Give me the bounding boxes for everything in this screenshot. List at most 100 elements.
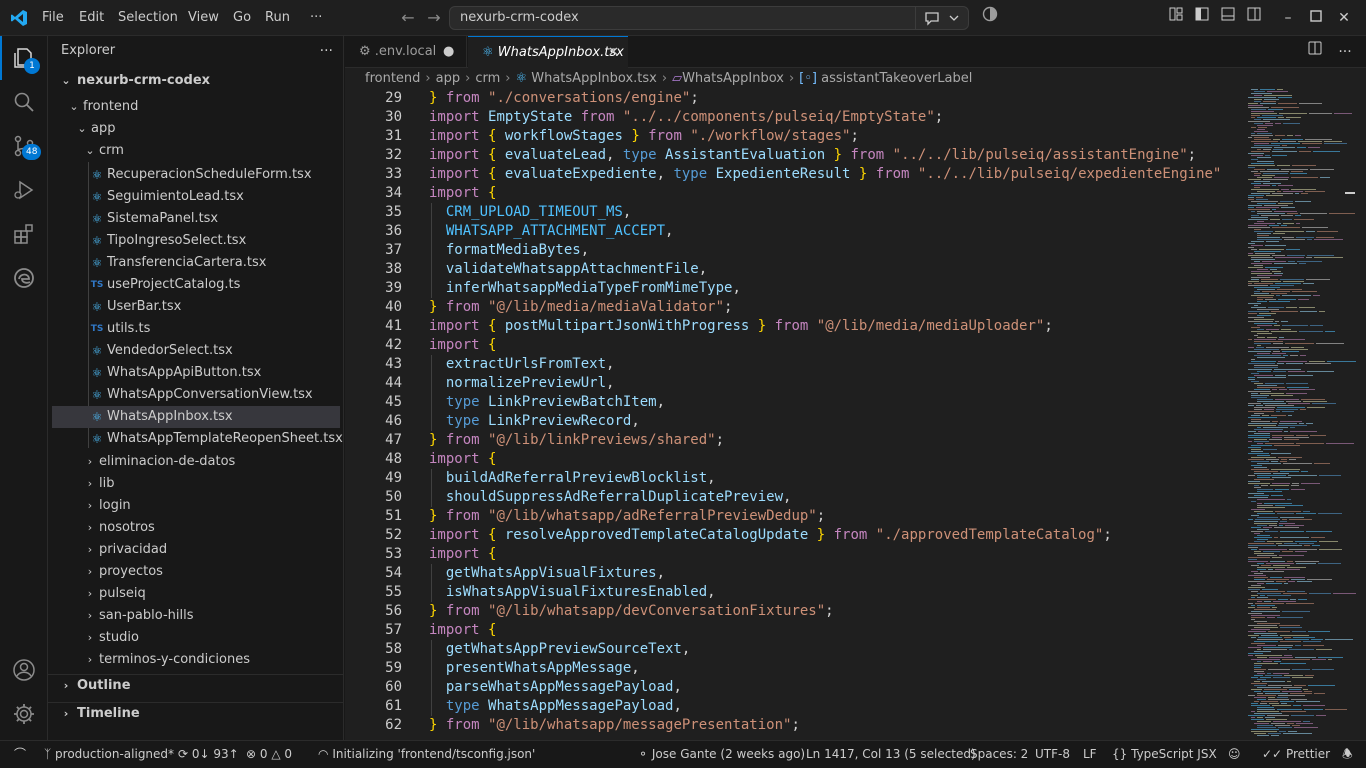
breadcrumb-item[interactable]: WhatsAppInbox <box>682 71 784 86</box>
code-line[interactable]: 52 import { resolveApprovedTemplateCatalo… <box>345 526 1245 545</box>
outline-section[interactable]: › Outline <box>52 675 340 697</box>
code-line[interactable]: 53 import { <box>345 545 1245 564</box>
toggle-secondary-sidebar-icon[interactable] <box>1242 6 1266 30</box>
code-line[interactable]: 33 import { evaluateExpediente, type Expe… <box>345 165 1245 184</box>
git-blame[interactable]: ⚬ Jose Gante (2 weeks ago) <box>638 741 805 768</box>
forward-arrow-icon[interactable]: → <box>424 8 444 28</box>
breadcrumb-item[interactable]: app <box>436 71 460 86</box>
code-line[interactable]: 31 import { workflowStages } from "./work… <box>345 127 1245 146</box>
breadcrumb-item[interactable]: WhatsAppInbox.tsx <box>531 71 657 86</box>
code-line[interactable]: 40} from "@/lib/media/mediaValidator"; <box>345 298 1245 317</box>
code-line[interactable]: 39 inferWhatsappMediaTypeFromMimeType, <box>345 279 1245 298</box>
code-editor[interactable]: 29} from "./conversations/engine"; 30 impo… <box>345 89 1245 740</box>
file-item[interactable]: ⚛ TipoIngresoSelect.tsx <box>52 230 340 252</box>
file-item[interactable]: ⚛ VendedorSelect.tsx <box>52 340 340 362</box>
code-line[interactable]: 41 import { postMultipartJsonWithProgress… <box>345 317 1245 336</box>
edge-browser-icon[interactable] <box>0 256 48 300</box>
prettier-status[interactable]: ✓✓ Prettier <box>1262 741 1330 768</box>
sync-indicator[interactable]: ⟳ 0↓ 93↑ <box>178 741 239 768</box>
code-line[interactable]: 46 type LinkPreviewRecord, <box>345 412 1245 431</box>
code-line[interactable]: 38 validateWhatsappAttachmentFile, <box>345 260 1245 279</box>
folder-item[interactable]: › login <box>52 495 340 517</box>
file-item[interactable]: TS useProjectCatalog.ts <box>52 274 340 296</box>
code-line[interactable]: 57 import { <box>345 621 1245 640</box>
file-item[interactable]: ⚛ TransferenciaCartera.tsx <box>52 252 340 274</box>
breadcrumb-item[interactable]: crm <box>475 71 500 86</box>
code-line[interactable]: 51} from "@/lib/whatsapp/adReferralPrevi… <box>345 507 1245 526</box>
menu-file[interactable]: File <box>36 0 70 36</box>
folder-item[interactable]: › nosotros <box>52 517 340 539</box>
file-item[interactable]: ⚛ UserBar.tsx <box>52 296 340 318</box>
menu-selection[interactable]: Selection <box>112 0 184 36</box>
toggle-panel-icon[interactable] <box>1216 6 1240 30</box>
folder-item[interactable]: › eliminacion-de-datos <box>52 451 340 473</box>
folder-item[interactable]: › privacidad <box>52 539 340 561</box>
file-item[interactable]: ⚛ WhatsAppTemplateReopenSheet.tsx <box>52 428 343 450</box>
code-line[interactable]: 48 import { <box>345 450 1245 469</box>
code-line[interactable]: 32 import { evaluateLead, type AssistantE… <box>345 146 1245 165</box>
source-control-icon[interactable]: 48 <box>0 124 48 168</box>
code-line[interactable]: 30 import EmptyState from "../../componen… <box>345 108 1245 127</box>
notifications-bell-icon[interactable]: 🕭 <box>1342 741 1353 768</box>
minimap[interactable] <box>1245 89 1365 740</box>
menu-more[interactable]: ··· <box>304 0 328 36</box>
run-debug-icon[interactable] <box>0 168 48 212</box>
code-line[interactable]: 59 presentWhatsAppMessage, <box>345 659 1245 678</box>
sidebar-more-icon[interactable]: ··· <box>320 36 333 66</box>
file-item[interactable]: ⚛ SistemaPanel.tsx <box>52 208 340 230</box>
copilot-chat-icon[interactable] <box>915 7 969 29</box>
code-line[interactable]: 45 type LinkPreviewBatchItem, <box>345 393 1245 412</box>
code-line[interactable]: 54 getWhatsAppVisualFixtures, <box>345 564 1245 583</box>
folder-item[interactable]: › pulseiq <box>52 583 340 605</box>
customize-layout-icon[interactable] <box>1164 6 1188 30</box>
code-line[interactable]: 35 CRM_UPLOAD_TIMEOUT_MS, <box>345 203 1245 222</box>
breadcrumb-item[interactable]: frontend <box>365 71 420 86</box>
folder-item[interactable]: › lib <box>52 473 340 495</box>
code-line[interactable]: 62} from "@/lib/whatsapp/messagePresenta… <box>345 716 1245 735</box>
folder-item[interactable]: › san-pablo-hills <box>52 605 340 627</box>
account-icon[interactable] <box>0 648 48 692</box>
explorer-icon[interactable]: 1 <box>0 36 48 80</box>
folder-crm[interactable]: ⌄ crm <box>52 140 340 162</box>
back-arrow-icon[interactable]: ← <box>398 8 418 28</box>
code-line[interactable]: 60 parseWhatsAppMessagePayload, <box>345 678 1245 697</box>
copilot-status-icon[interactable]: ☺ <box>1228 741 1241 768</box>
split-editor-icon[interactable] <box>1303 40 1327 64</box>
tab-env-local[interactable]: ⚙ .env.local ● <box>345 36 467 68</box>
close-tab-icon[interactable]: ✕ <box>608 37 619 69</box>
tab-whatsappinbox[interactable]: ⚛ WhatsAppInbox.tsx ✕ <box>468 36 628 68</box>
close-window-icon[interactable]: ✕ <box>1332 6 1356 30</box>
code-line[interactable]: 56} from "@/lib/whatsapp/devConversation… <box>345 602 1245 621</box>
file-item[interactable]: ⚛ WhatsAppConversationView.tsx <box>52 384 340 406</box>
code-line[interactable]: 29} from "./conversations/engine"; <box>345 89 1245 108</box>
code-line[interactable]: 50 shouldSuppressAdReferralDuplicatePrev… <box>345 488 1245 507</box>
indentation[interactable]: Spaces: 2 <box>970 741 1028 768</box>
settings-gear-icon[interactable] <box>0 692 48 736</box>
extensions-icon[interactable] <box>0 212 48 256</box>
menu-run[interactable]: Run <box>259 0 296 36</box>
menu-go[interactable]: Go <box>227 0 257 36</box>
file-item[interactable]: ⚛ SeguimientoLead.tsx <box>52 186 340 208</box>
folder-item[interactable]: › terminos-y-condiciones <box>52 649 340 671</box>
line-ending[interactable]: LF <box>1083 741 1097 768</box>
code-line[interactable]: 43 extractUrlsFromText, <box>345 355 1245 374</box>
code-line[interactable]: 49 buildAdReferralPreviewBlocklist, <box>345 469 1245 488</box>
maximize-icon[interactable] <box>1304 6 1328 30</box>
problems-indicator[interactable]: ⊗ 0 △ 0 <box>246 741 292 768</box>
code-line[interactable]: 34 import { <box>345 184 1245 203</box>
encoding[interactable]: UTF-8 <box>1035 741 1070 768</box>
file-item[interactable]: ⚛ WhatsAppApiButton.tsx <box>52 362 340 384</box>
copilot-icon[interactable] <box>978 6 1002 30</box>
search-icon[interactable] <box>0 80 48 124</box>
code-line[interactable]: 36 WHATSAPP_ATTACHMENT_ACCEPT, <box>345 222 1245 241</box>
cursor-position[interactable]: Ln 1417, Col 13 (5 selected) <box>806 741 976 768</box>
code-line[interactable]: 47} from "@/lib/linkPreviews/shared"; <box>345 431 1245 450</box>
code-line[interactable]: 58 getWhatsAppPreviewSourceText, <box>345 640 1245 659</box>
code-line[interactable]: 37 formatMediaBytes, <box>345 241 1245 260</box>
file-item[interactable]: ⚛ RecuperacionScheduleForm.tsx <box>52 164 340 186</box>
remote-icon[interactable]: ⌒ <box>14 741 26 768</box>
folder-item[interactable]: › proyectos <box>52 561 340 583</box>
code-line[interactable]: 61 type WhatsAppMessagePayload, <box>345 697 1245 716</box>
menu-edit[interactable]: Edit <box>73 0 110 36</box>
code-line[interactable]: 42 import { <box>345 336 1245 355</box>
